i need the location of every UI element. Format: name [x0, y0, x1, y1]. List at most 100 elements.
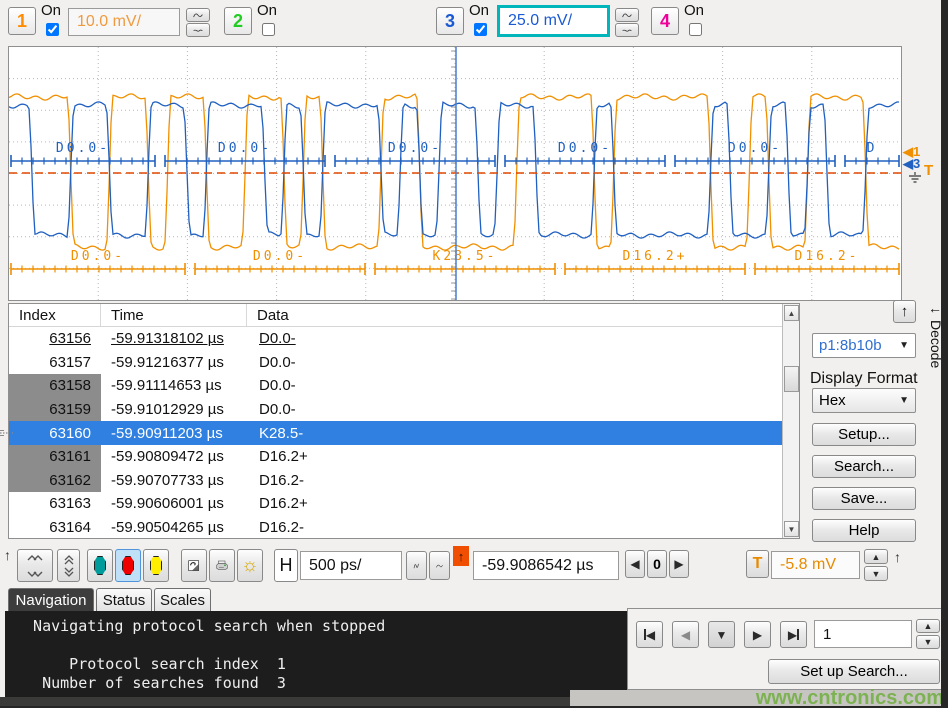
scroll-down-button[interactable]: ▼ — [784, 521, 799, 537]
table-row[interactable]: 63158-59.91114653 µsD0.0- — [9, 374, 782, 398]
trigger-menu-button[interactable]: T — [746, 550, 769, 578]
table-cell[interactable]: D0.0- — [247, 327, 782, 351]
table-cell[interactable]: D16.2- — [247, 469, 782, 493]
table-row[interactable]: 63156-59.91318102 µsD0.0- — [9, 327, 782, 351]
timebase-zoom-in-button[interactable] — [406, 551, 427, 580]
table-cell[interactable]: -59.90606001 µs — [101, 492, 247, 516]
table-cell[interactable]: 63156 — [9, 327, 101, 351]
channel-2-button[interactable]: 2 — [224, 7, 252, 35]
last-result-button[interactable]: ▶ — [780, 621, 807, 648]
channel-4-button[interactable]: 4 — [651, 7, 679, 35]
table-cell[interactable]: K28.5- — [247, 421, 782, 445]
search-index-up-button[interactable]: ▲ — [916, 619, 940, 633]
channel-1-scale-input[interactable]: 10.0 mV/ — [68, 8, 180, 36]
channel-3-button[interactable]: 3 — [436, 7, 464, 35]
timebase-zoom-out-button[interactable] — [429, 551, 450, 580]
tab-scales[interactable]: Scales — [154, 588, 211, 611]
table-row[interactable]: 63161-59.90809472 µsD16.2+ — [9, 445, 782, 469]
table-row[interactable]: 63159-59.91012929 µsD0.0- — [9, 398, 782, 422]
table-cell[interactable]: D0.0- — [247, 351, 782, 375]
channel-1-scale-up-button[interactable] — [186, 8, 210, 22]
channel-1-scale-down-button[interactable] — [186, 23, 210, 37]
table-cell[interactable]: D0.0- — [247, 398, 782, 422]
set-up-search-button[interactable]: Set up Search... — [768, 659, 940, 684]
svg-text:D0.0-: D0.0- — [728, 141, 782, 156]
table-cell[interactable]: 63164 — [9, 516, 101, 540]
display-format-select[interactable]: Hex▼ — [812, 388, 916, 413]
trigger-level-down-button[interactable]: ▼ — [864, 566, 888, 581]
decode-sidebar-tab[interactable]: ← Decode — [928, 300, 942, 430]
table-cell[interactable]: -59.90911203 µs — [101, 421, 247, 445]
table-row[interactable]: 63163-59.90606001 µsD16.2+ — [9, 492, 782, 516]
delay-input[interactable]: -59.9086542 µs — [473, 551, 619, 580]
table-row[interactable]: 63162-59.90707733 µsD16.2- — [9, 469, 782, 493]
delay-left-button[interactable]: ◀ — [625, 550, 645, 578]
single-button[interactable] — [143, 549, 169, 582]
run-button[interactable] — [87, 549, 113, 582]
scrollbar-thumb[interactable] — [784, 366, 799, 392]
channel-1-button[interactable]: 1 — [8, 7, 36, 35]
table-cell[interactable]: 63158 — [9, 374, 101, 398]
table-cell[interactable]: -59.91318102 µs — [101, 327, 247, 351]
table-row[interactable]: 63160-59.90911203 µsK28.5- — [9, 421, 782, 445]
table-cell[interactable]: -59.91114653 µs — [101, 374, 247, 398]
tab-status[interactable]: Status — [96, 588, 152, 611]
setup-button[interactable]: Setup... — [812, 423, 916, 446]
delay-zero-button[interactable]: 0 — [647, 550, 667, 578]
printer-icon — [216, 557, 228, 574]
print-button[interactable] — [209, 549, 235, 582]
table-row[interactable]: 63164-59.90504265 µsD16.2- — [9, 516, 782, 540]
search-button[interactable]: Search... — [812, 455, 916, 478]
channel-4-on-checkbox[interactable] — [689, 23, 702, 36]
table-cell[interactable]: 63161 — [9, 445, 101, 469]
channel-3-level-marker[interactable]: ◀3 — [903, 156, 920, 172]
vertical-scale-button[interactable] — [57, 549, 80, 582]
search-index-input[interactable]: 1 — [814, 620, 912, 648]
first-result-button[interactable]: ◀ — [636, 621, 663, 648]
svg-text:D0.0-: D0.0- — [218, 141, 272, 156]
trigger-level-input[interactable]: -5.8 mV — [771, 551, 860, 579]
table-row[interactable]: 63157-59.91216377 µsD0.0- — [9, 351, 782, 375]
table-cell[interactable]: 63157 — [9, 351, 101, 375]
save-button[interactable]: Save... — [812, 487, 916, 510]
table-cell[interactable]: 63159 — [9, 398, 101, 422]
stop-button[interactable] — [115, 549, 141, 582]
vertical-expand-button[interactable] — [17, 549, 53, 582]
table-cell[interactable]: -59.91216377 µs — [101, 351, 247, 375]
table-cell[interactable]: D16.2+ — [247, 492, 782, 516]
table-cell[interactable]: D0.0- — [247, 374, 782, 398]
display-brightness-button[interactable]: ☼ — [237, 549, 263, 582]
channel-1-on-checkbox[interactable] — [46, 23, 59, 36]
trigger-level-up-button[interactable]: ▲ — [864, 549, 888, 564]
horizontal-menu-button[interactable]: H — [274, 549, 298, 582]
channel-2-on-checkbox[interactable] — [262, 23, 275, 36]
timebase-input[interactable]: 500 ps/ — [300, 551, 402, 580]
table-scrollbar[interactable]: ▲ ▼ — [782, 304, 799, 538]
panel-collapse-up-button[interactable]: ↑ — [893, 300, 916, 323]
search-index-down-button[interactable]: ▼ — [916, 635, 940, 649]
screen-copy-button[interactable] — [181, 549, 207, 582]
table-cell[interactable]: D16.2- — [247, 516, 782, 540]
channel-3-scale-up-button[interactable] — [615, 8, 639, 22]
trigger-slope-icon[interactable]: ↑ — [453, 546, 469, 566]
table-cell[interactable]: -59.91012929 µs — [101, 398, 247, 422]
scroll-up-button[interactable]: ▲ — [784, 305, 799, 321]
channel-3-on-checkbox[interactable] — [474, 23, 487, 36]
previous-result-button[interactable]: ◀ — [672, 621, 699, 648]
channel-3-scale-down-button[interactable] — [615, 23, 639, 37]
delay-right-button[interactable]: ▶ — [669, 550, 689, 578]
table-cell[interactable]: 63163 — [9, 492, 101, 516]
trigger-level-marker[interactable]: T — [924, 162, 933, 179]
table-cell[interactable]: D16.2+ — [247, 445, 782, 469]
table-cell[interactable]: 63162 — [9, 469, 101, 493]
channel-3-scale-input[interactable]: 25.0 mV/ — [497, 5, 610, 37]
table-cell[interactable]: -59.90504265 µs — [101, 516, 247, 540]
tab-navigation[interactable]: Navigation — [8, 588, 94, 611]
table-cell[interactable]: -59.90707733 µs — [101, 469, 247, 493]
next-result-button[interactable]: ▶ — [744, 621, 771, 648]
current-result-button[interactable]: ▼ — [708, 621, 735, 648]
table-cell[interactable]: -59.90809472 µs — [101, 445, 247, 469]
table-cell[interactable]: 63160 — [9, 421, 101, 445]
decode-source-select[interactable]: p1:8b10b▼ — [812, 333, 916, 358]
help-button[interactable]: Help — [812, 519, 916, 542]
